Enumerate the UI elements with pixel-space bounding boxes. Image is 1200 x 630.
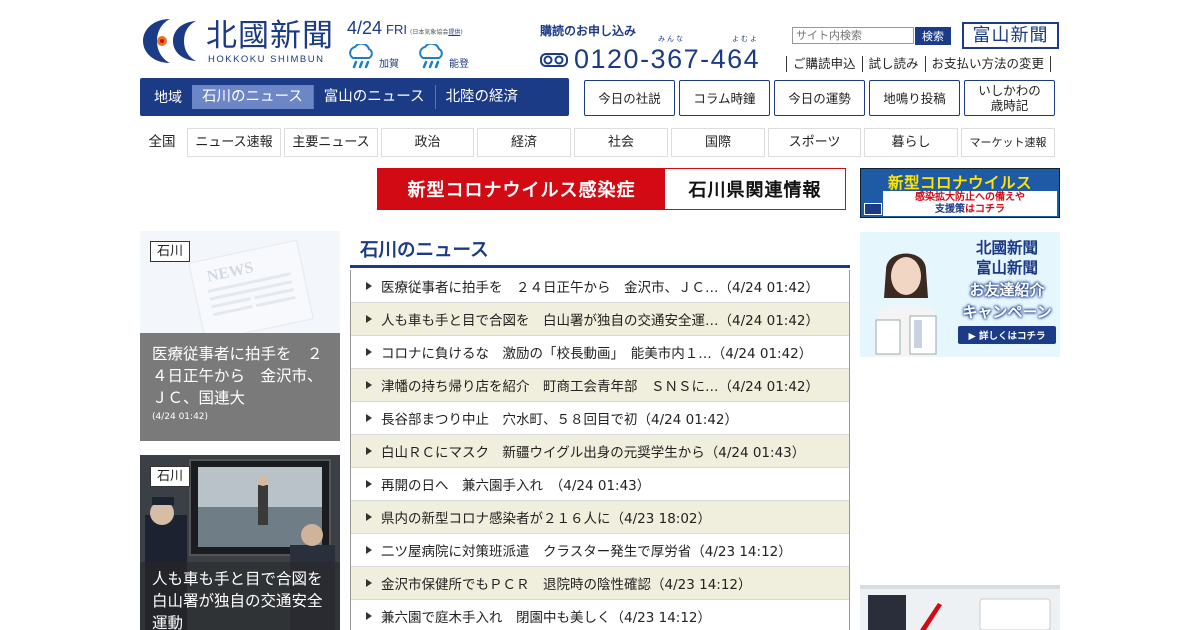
gov-ad-text: 感染拡大防止への備えや 支援策はコチラ [883,191,1057,216]
category-top[interactable]: 主要ニュース [284,128,378,157]
news-item[interactable]: 長谷部まつり中止 穴水町、５８回目で初（4/24 01:42） [351,402,849,435]
news-item[interactable]: 金沢市保健所でもＰＣＲ 退院時の陰性確認（4/23 14:12） [351,567,849,600]
region-tag: 石川 [150,466,191,487]
almanac-button[interactable]: いしかわの 歳時記 [964,80,1055,116]
friend-ad-title: 北國新聞 [975,238,1038,257]
subscribe-apply-link[interactable]: ご購読申込 [786,56,862,72]
tab-hokuriku-economy[interactable]: 北陸の経済 [434,85,529,109]
friend-referral-ad[interactable]: 北國新聞 富山新聞 お友達紹介 キャンペーン ▶ 詳しくはコチラ [860,232,1060,357]
news-section-header: 石川のニュース [350,232,850,268]
subscribe-block[interactable]: 購読のお申し込み みんな よむよ 0120-367-464 [540,22,785,77]
spokesperson-image [866,240,946,357]
news-item[interactable]: 兼六園で庭木手入れ 閉園中も美しく（4/23 14:12） [351,600,849,630]
payment-change-link[interactable]: お支払い方法の変更 [924,56,1052,72]
corona-banner-right: 石川県関連情報 [665,169,845,209]
category-nav: 全国 ニュース速報 主要ニュース 政治 経済 社会 国際 スポーツ 暮らし マー… [140,128,1055,157]
column-button[interactable]: コラム時鐘 [679,80,770,116]
toyama-shimbun-link[interactable]: 富山新聞 [962,22,1059,49]
rain-icon [419,44,443,69]
news-item[interactable]: 白山ＲＣにマスク 新疆ウイグル出身の元奨学生から（4/24 01:43） [351,435,849,468]
category-market[interactable]: マーケット速報 [961,128,1055,157]
category-international[interactable]: 国際 [671,128,765,157]
category-sports[interactable]: スポーツ [768,128,861,157]
site-search: 検索 [792,27,951,45]
news-list: 医療従事者に拍手を ２４日正午から 金沢市、ＪＣ…（4/24 01:42） 人も… [350,270,850,630]
news-item[interactable]: 津幡の持ち帰り店を紹介 町商工会青年部 ＳＮＳに…（4/24 01:42） [351,369,849,402]
arrow-right-icon [366,414,372,422]
arrow-right-icon [366,612,372,620]
phone-ruby: よむよ [732,35,759,43]
arrow-right-icon [366,381,372,389]
category-politics[interactable]: 政治 [381,128,474,157]
weather-noto[interactable]: 能登 [417,44,469,70]
news-section-title[interactable]: 石川のニュース [360,236,489,262]
news-item[interactable]: 人も車も手と目で合図を 白山署が独自の交通安全運…（4/24 01:42） [351,303,849,336]
category-living[interactable]: 暮らし [864,128,958,157]
horoscope-button[interactable]: 今日の運勢 [774,80,865,116]
reader-post-button[interactable]: 地鳴り投稿 [869,80,960,116]
featured-card[interactable]: NEWS 石川 医療従事者に拍手を ２４日正午から 金沢市、ＪＣ、国連大 (4/… [140,231,340,441]
subscribe-phone[interactable]: 0120-367-464 [574,44,760,75]
region-nav-label: 地域 [154,90,182,106]
search-input[interactable] [792,27,914,44]
phone-ruby: みんな [658,35,685,43]
tab-toyama-news[interactable]: 富山のニュース [312,85,435,109]
search-button[interactable]: 検索 [915,27,951,45]
bottom-ad[interactable] [860,585,1060,630]
category-economy[interactable]: 経済 [477,128,571,157]
arrow-right-icon [366,513,372,521]
region-nav: 地域 石川のニュース 富山のニュース 北陸の経済 [140,78,569,116]
category-breaking[interactable]: ニュース速報 [187,128,281,157]
editorial-button[interactable]: 今日の社説 [584,80,675,116]
gov-corona-ad[interactable]: 新型コロナウイルス 感染拡大防止への備えや 支援策はコチラ [860,168,1060,218]
arrow-right-icon [366,348,372,356]
free-dial-icon [540,52,568,67]
news-item[interactable]: 医療従事者に拍手を ２４日正午から 金沢市、ＪＣ…（4/24 01:42） [351,270,849,303]
arrow-right-icon [366,315,372,323]
region-tag: 石川 [150,241,191,262]
news-item[interactable]: コロナに負けるな 激励の「校長動画」 能美市内１…（4/24 01:42） [351,336,849,369]
arrow-right-icon [366,579,372,587]
weather-credit-link[interactable]: 提供 [448,29,460,36]
corona-banner[interactable]: 新型コロナウイルス感染症 石川県関連情報 [377,168,846,210]
news-item[interactable]: 県内の新型コロナ感染者が２１６人に（4/23 18:02） [351,501,849,534]
hokkoku-logo-icon [143,19,196,63]
weather-credit: (日本気象協会提供) [410,29,463,36]
weather-place: 加賀 [379,59,399,70]
logo-subtext: HOKKOKU SHIMBUN [208,54,325,65]
news-item[interactable]: 再開の日へ 兼六園手入れ （4/24 01:43） [351,468,849,501]
logo-text: 北國新聞 [206,18,334,54]
weather-place: 能登 [449,59,469,70]
featured-time: (4/24 01:42) [152,412,209,422]
hand-writing-image [860,585,1060,630]
subscription-links: ご購読申込 試し読み お支払い方法の変更 [786,56,1052,72]
date-weather: 4/24 FRI (日本気象協会提供) 加賀 能登 [347,18,497,73]
featured-title: 医療従事者に拍手を ２４日正午から 金沢市、ＪＣ、国連大 [152,345,323,407]
trial-read-link[interactable]: 試し読み [861,56,925,72]
featured-title: 人も車も手と目で合図を 白山署が独自の交通安全運動 [152,570,339,630]
gov-ad-badge-icon [864,203,882,215]
arrow-right-icon [366,447,372,455]
tab-ishikawa-news[interactable]: 石川のニュース [192,85,313,109]
arrow-right-icon [366,546,372,554]
category-nav-label: 全国 [148,134,176,150]
friend-ad-cta[interactable]: ▶ 詳しくはコチラ [958,326,1056,344]
rain-icon [349,44,373,69]
category-society[interactable]: 社会 [574,128,668,157]
news-item[interactable]: 二ツ屋病院に対策班派遣 クラスター発生で厚労省（4/23 14:12） [351,534,849,567]
site-logo[interactable]: 北國新聞 HOKKOKU SHIMBUN [140,16,340,66]
gov-ad-title: 新型コロナウイルス [887,174,1032,192]
day-of-week: FRI [386,22,407,37]
arrow-right-icon [366,282,372,290]
date: 4/24 [347,18,383,38]
corona-banner-left: 新型コロナウイルス感染症 [378,169,665,209]
arrow-right-icon [366,480,372,488]
weather-kaga[interactable]: 加賀 [347,44,399,70]
featured-card[interactable]: 石川 人も車も手と目で合図を 白山署が独自の交通安全運動 [140,455,340,630]
quick-links: 今日の社説 コラム時鐘 今日の運勢 地鳴り投稿 いしかわの 歳時記 [584,80,1055,116]
